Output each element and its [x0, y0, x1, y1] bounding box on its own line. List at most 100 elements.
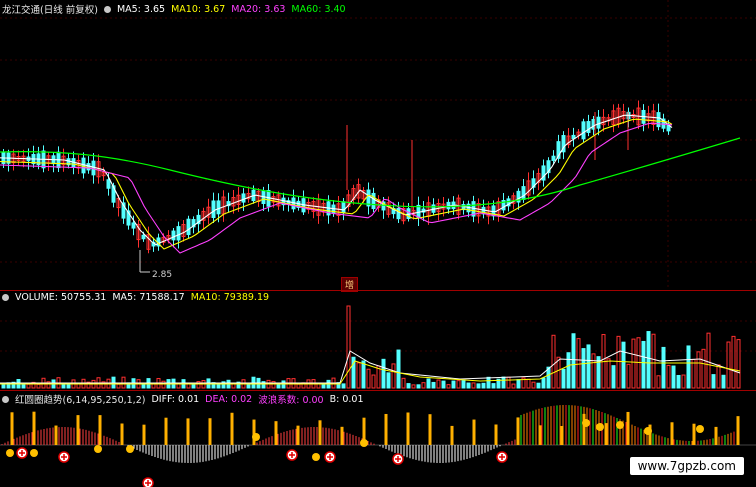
volume-bar: [561, 368, 566, 389]
volume-bar: [656, 375, 661, 389]
volume-bar: [191, 383, 196, 389]
signal-circle-icon: [30, 449, 38, 457]
signal-circle-icon: [616, 421, 624, 429]
volume-bar: [526, 378, 531, 389]
watermark: www.7gpzb.com: [629, 457, 744, 475]
volume-bar: [556, 356, 561, 389]
volume-bar: [451, 380, 456, 389]
volume-bar: [391, 363, 396, 389]
signal-circle-icon: [126, 445, 134, 453]
volume-bar: [706, 332, 711, 389]
volume-bar: [471, 382, 476, 389]
volume-bar: [416, 384, 421, 389]
volume-bar: [161, 380, 166, 389]
volume-bar: [621, 341, 626, 389]
signal-circle-icon: [360, 439, 368, 447]
volume-bar: [646, 331, 651, 389]
volume-bar: [476, 383, 481, 389]
volume-bar: [446, 384, 451, 389]
volume-pane[interactable]: VOLUME: 50755.31 MA5: 71588.17 MA10: 793…: [0, 291, 756, 390]
volume-chart[interactable]: [0, 291, 756, 390]
volume-bar: [726, 341, 731, 389]
volume-bar: [456, 380, 461, 389]
volume-bar: [586, 344, 591, 389]
volume-bar: [386, 372, 391, 389]
volume-bar: [581, 348, 586, 389]
volume-bar: [341, 383, 346, 389]
candle-body: [551, 155, 556, 161]
volume-bar: [436, 379, 441, 389]
volume-bar: [421, 382, 426, 389]
price-chart[interactable]: [0, 0, 756, 291]
volume-bar: [691, 358, 696, 389]
volume-bar: [551, 334, 556, 389]
signal-circle-icon: [596, 423, 604, 431]
volume-bar: [151, 383, 156, 389]
volume-bar: [501, 376, 506, 389]
candle-body: [241, 193, 246, 203]
volume-bar: [466, 382, 471, 389]
volume-bar: [26, 383, 31, 389]
price-pane[interactable]: 龙江交通(日线 前复权) MA5: 3.65 MA10: 3.67 MA20: …: [0, 0, 756, 292]
volume-bar: [571, 333, 576, 389]
volume-bar: [426, 378, 431, 389]
volume-bar: [736, 339, 741, 389]
volume-bar: [356, 362, 361, 389]
volume-bar: [616, 335, 621, 389]
volume-bar: [371, 374, 376, 389]
volume-bar: [661, 346, 666, 389]
candle-body: [216, 200, 221, 215]
volume-bar: [296, 383, 301, 389]
volume-bar: [531, 381, 536, 389]
volume-bar: [671, 365, 676, 389]
signal-circle-icon: [252, 433, 260, 441]
volume-bar: [116, 383, 121, 389]
volume-bar: [711, 374, 716, 389]
volume-bar: [66, 383, 71, 389]
volume-bar: [591, 353, 596, 389]
volume-bar: [216, 383, 221, 389]
volume-bar: [666, 364, 671, 389]
volume-bar: [141, 383, 146, 389]
volume-bar: [731, 335, 736, 389]
volume-bar: [606, 358, 611, 389]
indicator-pane[interactable]: 红圆圈趋势(6,14,95,250,1,2) DIFF: 0.01 DEA: 0…: [0, 391, 756, 487]
volume-bar: [631, 338, 636, 389]
candle-body: [211, 200, 216, 219]
candle-body: [596, 116, 601, 129]
signal-circle-icon: [582, 419, 590, 427]
volume-bar: [611, 365, 616, 389]
volume-bar: [441, 380, 446, 389]
ma10-line: [0, 118, 673, 250]
volume-bar: [651, 333, 656, 389]
volume-bar: [401, 377, 406, 389]
candle-body: [396, 207, 401, 220]
signal-circle-icon: [696, 425, 704, 433]
candle-body: [341, 201, 346, 214]
candle-body: [581, 121, 586, 140]
volume-bar: [481, 382, 486, 389]
volume-bar: [461, 380, 466, 389]
volume-bar: [641, 340, 646, 389]
volume-bar: [506, 376, 511, 389]
volume-bar: [431, 381, 436, 389]
signal-circle-icon: [312, 453, 320, 461]
volume-bar: [681, 374, 686, 389]
volume-bar: [321, 384, 326, 389]
volume-bar: [486, 376, 491, 389]
volume-bar: [491, 383, 496, 389]
candle-body: [656, 112, 661, 128]
volume-bar: [381, 358, 386, 389]
candle-body: [186, 218, 191, 236]
volume-bar: [721, 374, 726, 389]
candle-body: [521, 186, 526, 200]
candle-body: [586, 121, 591, 133]
volume-bar: [411, 384, 416, 389]
signal-circle-icon: [6, 449, 14, 457]
volume-bar: [396, 349, 401, 389]
volume-bar: [626, 363, 631, 389]
volume-bar: [576, 338, 581, 389]
volume-bar: [361, 360, 366, 389]
volume-bar: [701, 348, 706, 389]
candle-body: [171, 230, 176, 241]
